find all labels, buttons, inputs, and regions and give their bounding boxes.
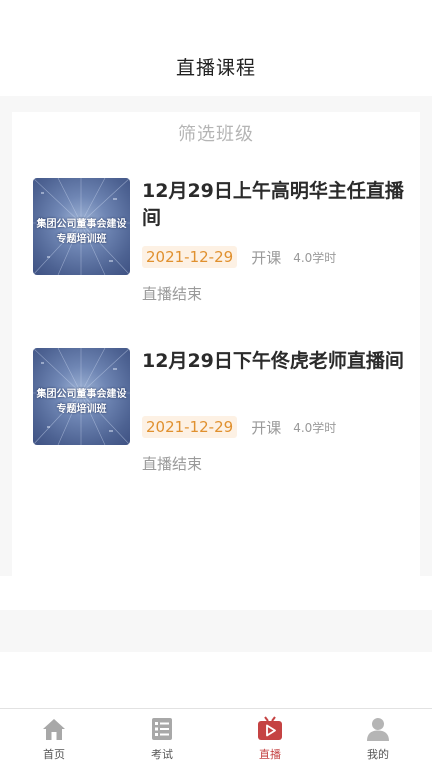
course-hours: 4.0学时 (293, 420, 337, 435)
course-meta: 2021-12-29 开课 4.0学时 (142, 415, 336, 439)
live-icon (258, 716, 282, 740)
live-status: 直播结束 (142, 285, 203, 303)
tab-label: 直播 (259, 748, 281, 761)
course-item[interactable]: 集团公司董事会建设 专题培训班 12月29日下午佟虎老师直播间 2021-12-… (12, 348, 420, 498)
date-badge: 2021-12-29 (142, 246, 238, 268)
course-list-card: 筛选班级 集团公司董事会建设 专题培训班 12月29日上午高明华主任直播间 20… (12, 112, 420, 576)
user-icon (367, 718, 389, 741)
filter-class-button[interactable]: 筛选班级 (12, 120, 420, 146)
thumbnail-subtitle: 专题培训班 (56, 234, 107, 245)
bottom-tab-bar: 首页 考试 直播 我的 (0, 708, 432, 768)
date-badge: 2021-12-29 (142, 416, 238, 438)
background-band (0, 576, 432, 610)
course-thumbnail[interactable]: 集团公司董事会建设 专题培训班 (33, 348, 130, 445)
page-title: 直播课程 (175, 57, 256, 79)
tab-live[interactable]: 直播 (216, 709, 324, 768)
thumbnail-title: 集团公司董事会建设 (36, 389, 127, 400)
course-thumbnail[interactable]: 集团公司董事会建设 专题培训班 (33, 178, 130, 275)
course-meta: 2021-12-29 开课 4.0学时 (142, 245, 336, 269)
tab-label: 首页 (43, 748, 65, 761)
thumbnail-title: 集团公司董事会建设 (36, 219, 127, 230)
tab-mine[interactable]: 我的 (324, 709, 432, 768)
course-title[interactable]: 12月29日下午佟虎老师直播间 (142, 348, 407, 375)
tab-label: 我的 (367, 748, 389, 761)
tab-label: 考试 (151, 748, 173, 761)
header: 直播课程 (0, 0, 432, 96)
home-icon (43, 719, 65, 740)
live-status: 直播结束 (142, 455, 203, 473)
course-hours: 4.0学时 (293, 250, 337, 265)
background-band (0, 652, 432, 708)
open-label: 开课 (251, 248, 282, 267)
thumbnail-subtitle: 专题培训班 (56, 404, 107, 415)
course-title[interactable]: 12月29日上午高明华主任直播间 (142, 178, 407, 232)
tab-exam[interactable]: 考试 (108, 709, 216, 768)
tab-home[interactable]: 首页 (0, 709, 108, 768)
course-item[interactable]: 集团公司董事会建设 专题培训班 12月29日上午高明华主任直播间 2021-12… (12, 178, 420, 328)
exam-icon (152, 718, 172, 740)
open-label: 开课 (251, 418, 282, 437)
